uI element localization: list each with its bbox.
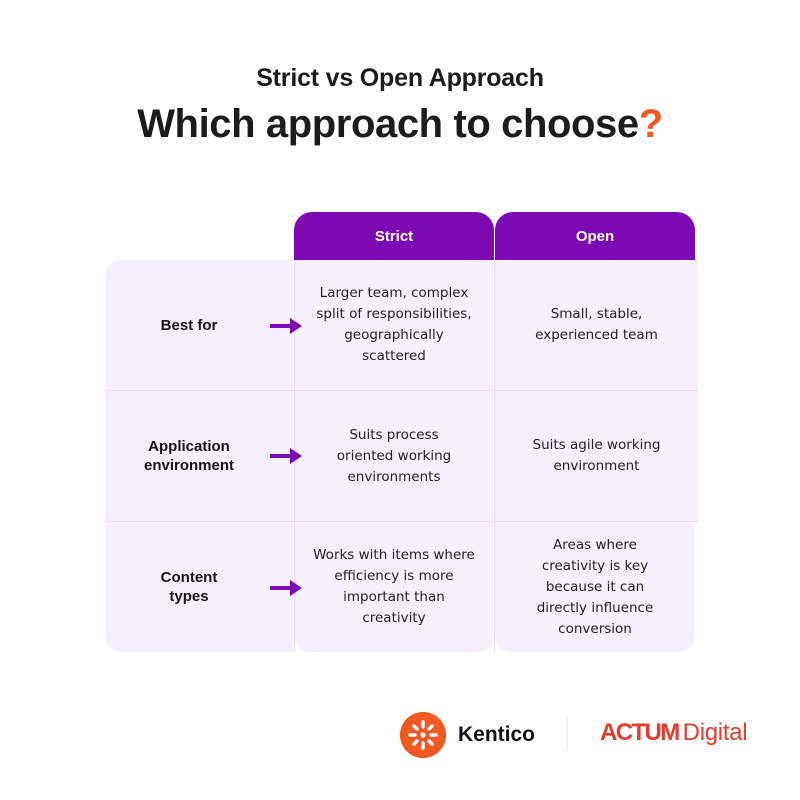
arrow-right-icon	[270, 580, 302, 596]
grid-divider	[105, 521, 698, 522]
kentico-wordmark: Kentico	[458, 723, 536, 746]
cell-text: Works with items where efficiency is mor…	[313, 547, 475, 626]
subtitle: Strict vs Open Approach	[256, 64, 544, 92]
cell-strict-best-for: Larger team, complex split of responsibi…	[294, 260, 494, 390]
cell-text: Larger team, complex split of responsibi…	[316, 285, 472, 364]
row-label-text: Application environment	[143, 438, 234, 474]
cell-strict-content-types: Works with items where efficiency is mor…	[294, 522, 494, 652]
kentico-asterisk-icon	[400, 712, 446, 758]
cell-text: Suits agile working environment	[532, 437, 661, 474]
title-question-mark: ?	[638, 102, 663, 146]
kentico-logo: Kentico	[400, 712, 535, 758]
grid-divider	[494, 260, 495, 652]
cell-open-content-types: Areas where creativity is key because it…	[495, 522, 695, 652]
cell-text: Small, stable, experienced team	[535, 306, 658, 343]
row-label-best-for: Best for	[105, 260, 293, 390]
actum-digital-logo: ACTUM Digital	[600, 719, 748, 747]
cell-text: Areas where creativity is key because it…	[536, 536, 654, 637]
column-header-open: Open	[495, 212, 695, 260]
cell-text: Suits process oriented working environme…	[336, 426, 452, 485]
title-text: Which approach to choose	[137, 102, 639, 146]
cell-open-application-environment: Suits agile working environment	[495, 391, 698, 521]
logo-divider	[567, 718, 568, 750]
row-label-text: Content types	[160, 569, 218, 605]
arrow-right-icon	[270, 448, 302, 464]
column-header-strict: Strict	[294, 212, 494, 260]
grid-divider	[105, 390, 698, 391]
digital-wordmark: Digital	[682, 719, 748, 746]
cell-open-best-for: Small, stable, experienced team	[495, 260, 698, 390]
arrow-right-icon	[270, 318, 302, 334]
row-label-content-types: Content types	[105, 522, 293, 652]
actum-wordmark: ACTUM	[600, 719, 680, 746]
cell-strict-application-environment: Suits process oriented working environme…	[294, 391, 494, 521]
page-title: Which approach to choose?	[0, 102, 800, 147]
row-label-text: Best for	[160, 316, 218, 334]
row-label-application-environment: Application environment	[105, 391, 293, 521]
